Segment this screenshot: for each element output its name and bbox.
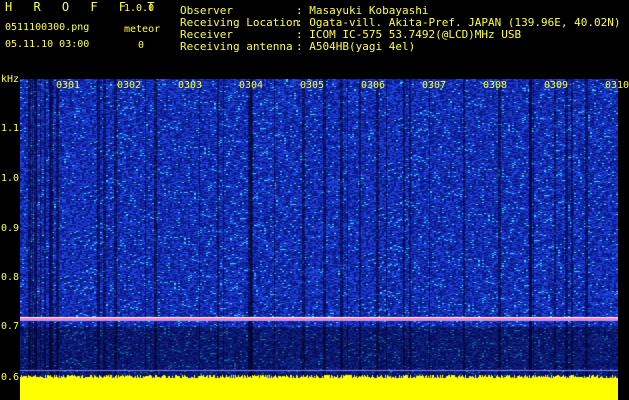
file-name: 0511100300.png [5,22,90,33]
frequency-tick-label: 0.7 [1,321,20,332]
frequency-unit: kHz [1,74,20,85]
antenna-label: Receiving antenna [180,40,293,53]
frequency-tick-label: 0.9 [1,223,20,234]
time-label: 0308 [483,80,508,91]
spectrogram-image [20,79,618,400]
frequency-tick-label: 0.6 [1,372,20,383]
meteor-count: 0 [138,40,145,51]
time-label: 0307 [422,80,447,91]
time-label: 0304 [239,80,264,91]
time-label: 0305 [300,80,325,91]
date-time: 05.11.10 03:00 [5,39,90,50]
time-label: 0301 [56,80,81,91]
antenna-value: : A504HB(yagi 4el) [296,40,416,53]
spectrogram [20,79,618,400]
time-label: 0303 [178,80,203,91]
frequency-tick-label: 1.0 [1,173,20,184]
meteor-label: meteor [124,24,161,35]
app-version: 1.0.0 [124,3,155,14]
time-label: 0306 [361,80,386,91]
time-label: 0309 [544,80,569,91]
time-label: 0302 [117,80,142,91]
time-label: 0310 [605,80,629,91]
frequency-tick-label: 0.8 [1,272,20,283]
frequency-tick-label: 1.1 [1,123,20,134]
